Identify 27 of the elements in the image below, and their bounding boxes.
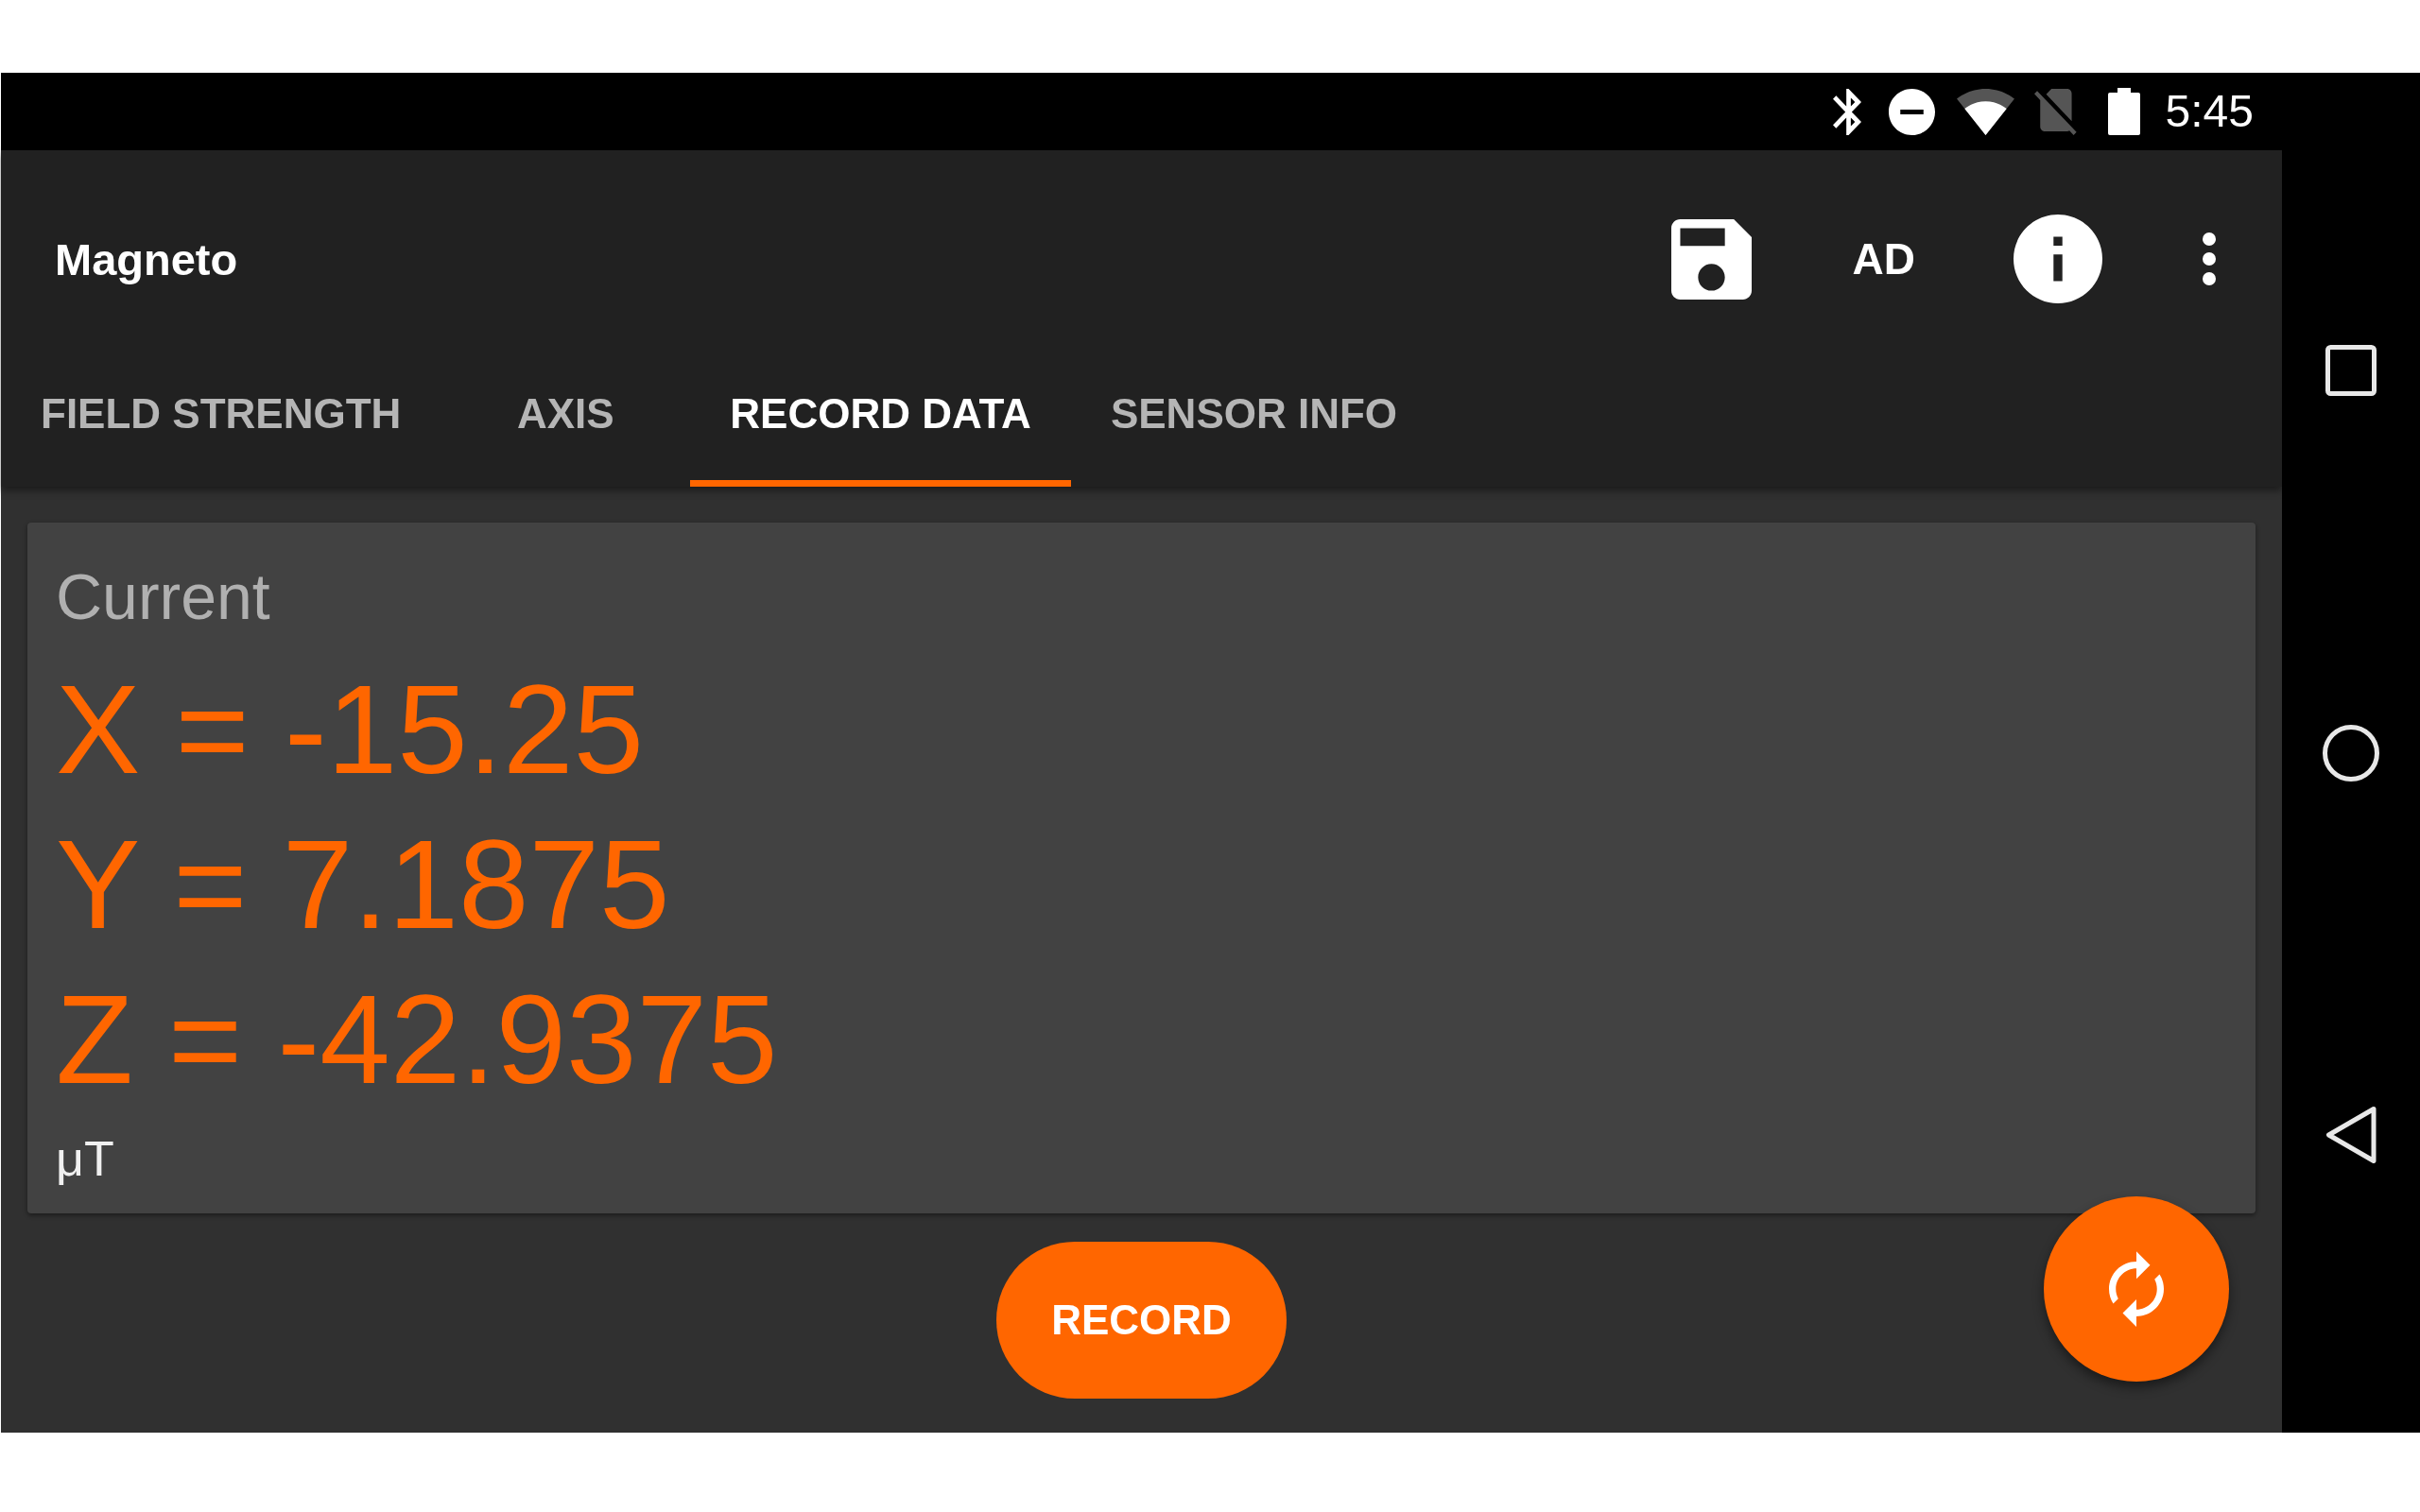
unit-label: μT (56, 1130, 114, 1188)
ad-button[interactable]: AD (1852, 237, 1915, 281)
info-icon (2014, 215, 2102, 303)
bluetooth-icon (1832, 88, 1861, 135)
info-button[interactable] (2014, 215, 2102, 303)
wifi-icon (1956, 88, 2014, 135)
square-icon (2325, 345, 2377, 396)
vertical-dots-icon (2203, 232, 2216, 285)
circle-icon (2323, 725, 2379, 782)
no-sim-icon (2033, 88, 2079, 135)
reading-value: X = -15.25 (56, 658, 645, 801)
card-heading: Current (56, 559, 270, 634)
status-time: 5:45 (2165, 89, 2254, 134)
more-options-button[interactable] (2203, 232, 2216, 285)
triangle-icon (2325, 1106, 2377, 1164)
tab[interactable]: FIELD STRENGTH (1, 368, 441, 487)
save-button[interactable] (1670, 218, 1752, 300)
home-button[interactable] (2323, 725, 2379, 782)
back-button[interactable] (2325, 1106, 2377, 1164)
battery-icon (2107, 88, 2140, 135)
tab[interactable]: AXIS (441, 368, 691, 487)
do-not-disturb-icon (1888, 88, 1935, 135)
recent-apps-button[interactable] (2325, 345, 2377, 396)
reading-value: Y = 7.1875 (56, 813, 670, 956)
circular-arrows-icon (2109, 1251, 2164, 1327)
tab[interactable]: SENSOR INFO (1070, 368, 1438, 487)
reading-value: Z = -42.9375 (56, 968, 778, 1111)
